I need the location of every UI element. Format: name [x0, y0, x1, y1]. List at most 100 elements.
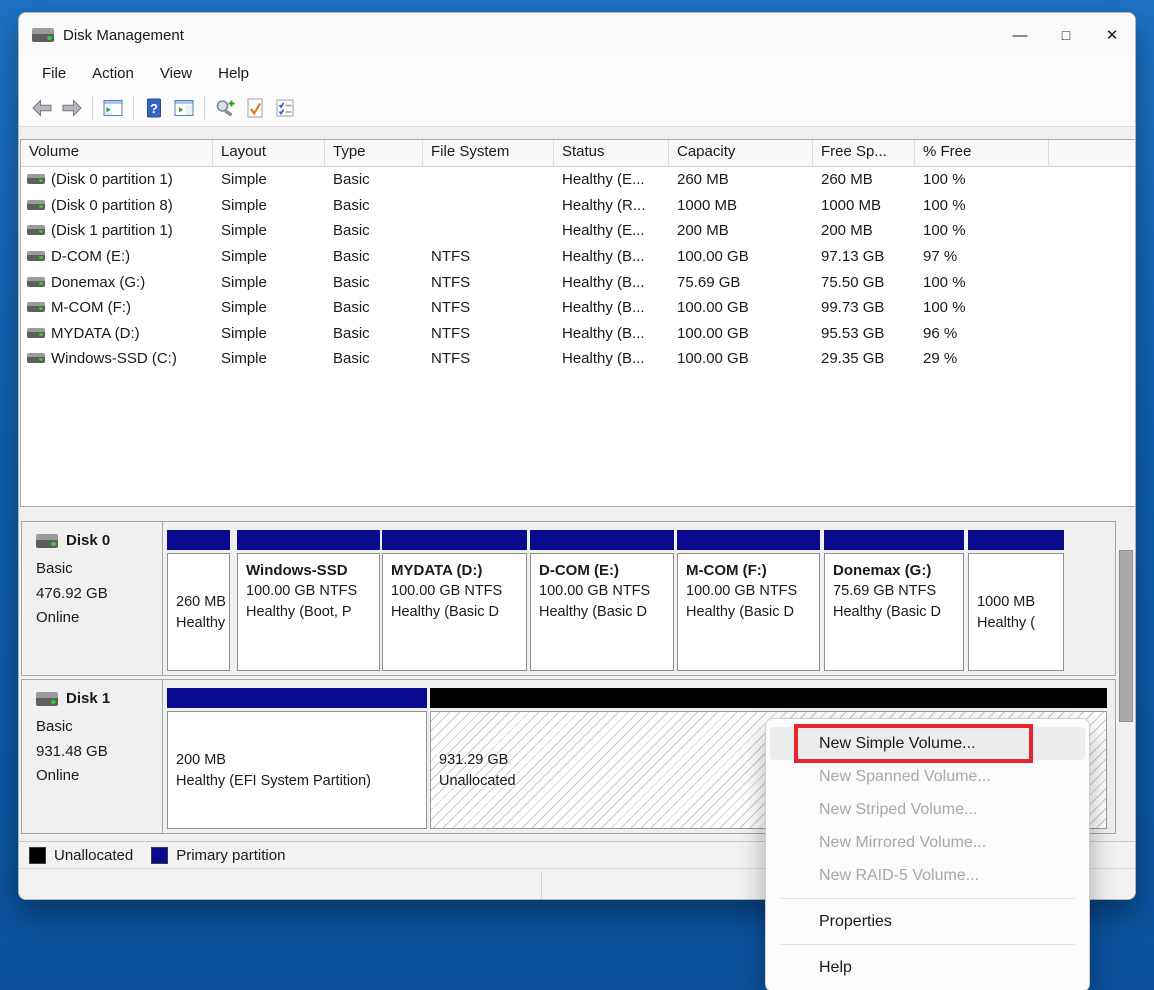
partition-color-strip — [167, 688, 427, 708]
console-tree-icon[interactable] — [98, 94, 128, 122]
help-icon[interactable]: ? — [139, 94, 169, 122]
disk-management-icon — [32, 28, 54, 42]
document-check-icon[interactable] — [240, 94, 270, 122]
partition-color-strip — [237, 530, 380, 550]
column-header-file-system[interactable]: File System — [423, 140, 554, 166]
disk-name: Disk 0 — [66, 532, 110, 549]
legend-label-unallocated: Unallocated — [54, 847, 133, 864]
partition-block[interactable]: 1000 MB Healthy ( — [968, 530, 1064, 671]
disk0-label-panel[interactable]: Disk 0 Basic 476.92 GB Online — [22, 522, 163, 675]
volume-name: D-COM (E:) — [51, 248, 130, 265]
disk-icon — [36, 692, 58, 706]
table-row[interactable]: (Disk 0 partition 8) Simple Basic Health… — [21, 193, 1135, 219]
partition-color-strip — [968, 530, 1064, 550]
menu-view[interactable]: View — [147, 61, 205, 86]
legend-label-primary: Primary partition — [176, 847, 285, 864]
menu-item-new-striped-volume[interactable]: New Striped Volume... — [770, 793, 1085, 826]
magnifier-plus-icon[interactable] — [210, 94, 240, 122]
vertical-scrollbar[interactable] — [1119, 531, 1133, 831]
volume-name: Windows-SSD (C:) — [51, 350, 177, 367]
column-header-layout[interactable]: Layout — [213, 140, 325, 166]
column-header-pct-free[interactable]: % Free — [915, 140, 1049, 166]
status-bar-divider — [541, 871, 542, 899]
minimize-button[interactable]: — — [997, 13, 1043, 57]
partition-block-efi[interactable]: 200 MB Healthy (EFI System Partition) — [167, 688, 427, 829]
volume-table: Volume Layout Type File System Status Ca… — [20, 139, 1136, 507]
close-button[interactable]: ✕ — [1089, 13, 1135, 57]
volume-table-header: Volume Layout Type File System Status Ca… — [21, 140, 1135, 167]
volume-name: MYDATA (D:) — [51, 325, 140, 342]
menu-item-properties[interactable]: Properties — [770, 905, 1085, 938]
toolbar-separator — [133, 96, 134, 120]
volume-icon — [27, 302, 45, 313]
checklist-icon[interactable] — [270, 94, 300, 122]
volume-icon — [27, 353, 45, 364]
toolbar-separator — [204, 96, 205, 120]
back-icon[interactable] — [27, 94, 57, 122]
partition-block[interactable]: 260 MB Healthy ( — [167, 530, 230, 671]
menu-help[interactable]: Help — [205, 61, 262, 86]
primary-partition-swatch — [151, 847, 168, 864]
column-header-capacity[interactable]: Capacity — [669, 140, 813, 166]
volume-icon — [27, 251, 45, 262]
unallocated-color-strip — [430, 688, 1107, 708]
table-row[interactable]: (Disk 1 partition 1) Simple Basic Health… — [21, 218, 1135, 244]
column-header-status[interactable]: Status — [554, 140, 669, 166]
menu-item-help[interactable]: Help — [770, 951, 1085, 984]
disk0-row: Disk 0 Basic 476.92 GB Online 260 MB Hea… — [21, 521, 1116, 676]
menu-bar: File Action View Help — [19, 57, 1135, 90]
unallocated-swatch — [29, 847, 46, 864]
volume-icon — [27, 174, 45, 185]
volume-icon — [27, 200, 45, 211]
partition-block[interactable]: MYDATA (D:) 100.00 GB NTFS Healthy (Basi… — [382, 530, 527, 671]
forward-icon[interactable] — [57, 94, 87, 122]
action-pane-icon[interactable] — [169, 94, 199, 122]
column-header-filler — [1049, 140, 1135, 166]
menu-action[interactable]: Action — [79, 61, 147, 86]
menu-separator — [780, 898, 1075, 899]
partition-color-strip — [382, 530, 527, 550]
partition-block[interactable]: D-COM (E:) 100.00 GB NTFS Healthy (Basic… — [530, 530, 674, 671]
disk-type: Basic — [36, 715, 162, 740]
menu-item-new-raid5-volume[interactable]: New RAID-5 Volume... — [770, 859, 1085, 892]
disk-icon — [36, 534, 58, 548]
volume-name: (Disk 1 partition 1) — [51, 222, 173, 239]
column-header-free-space[interactable]: Free Sp... — [813, 140, 915, 166]
toolbar-separator — [92, 96, 93, 120]
partition-color-strip — [824, 530, 964, 550]
disk-name: Disk 1 — [66, 690, 110, 707]
table-row[interactable]: (Disk 0 partition 1) Simple Basic Health… — [21, 167, 1135, 193]
table-row[interactable]: MYDATA (D:) Simple Basic NTFS Healthy (B… — [21, 321, 1135, 347]
volume-icon — [27, 225, 45, 236]
volume-name: Donemax (G:) — [51, 274, 145, 291]
titlebar: Disk Management — □ ✕ — [19, 13, 1135, 57]
partition-block[interactable]: Donemax (G:) 75.69 GB NTFS Healthy (Basi… — [824, 530, 964, 671]
desktop: { "window": { "title": "Disk Management"… — [0, 0, 1154, 990]
volume-name: (Disk 0 partition 1) — [51, 171, 173, 188]
table-row[interactable]: Windows-SSD (C:) Simple Basic NTFS Healt… — [21, 346, 1135, 372]
disk-status: Online — [36, 606, 162, 631]
maximize-button[interactable]: □ — [1043, 13, 1089, 57]
column-header-volume[interactable]: Volume — [21, 140, 213, 166]
disk-status: Online — [36, 764, 162, 789]
menu-item-new-spanned-volume[interactable]: New Spanned Volume... — [770, 760, 1085, 793]
annotation-red-box — [794, 724, 1033, 763]
partition-color-strip — [677, 530, 820, 550]
disk1-label-panel[interactable]: Disk 1 Basic 931.48 GB Online — [22, 680, 163, 833]
disk-size: 476.92 GB — [36, 582, 162, 607]
menu-item-new-mirrored-volume[interactable]: New Mirrored Volume... — [770, 826, 1085, 859]
svg-text:?: ? — [150, 101, 158, 116]
column-header-type[interactable]: Type — [325, 140, 423, 166]
partition-color-strip — [167, 530, 230, 550]
menu-file[interactable]: File — [29, 61, 79, 86]
disk-type: Basic — [36, 557, 162, 582]
volume-name: M-COM (F:) — [51, 299, 131, 316]
volume-name: (Disk 0 partition 8) — [51, 197, 173, 214]
partition-block[interactable]: Windows-SSD 100.00 GB NTFS Healthy (Boot… — [237, 530, 380, 671]
table-row[interactable]: D-COM (E:) Simple Basic NTFS Healthy (B.… — [21, 244, 1135, 270]
partition-color-strip — [530, 530, 674, 550]
scrollbar-thumb[interactable] — [1119, 550, 1133, 722]
table-row[interactable]: Donemax (G:) Simple Basic NTFS Healthy (… — [21, 269, 1135, 295]
partition-block[interactable]: M-COM (F:) 100.00 GB NTFS Healthy (Basic… — [677, 530, 820, 671]
table-row[interactable]: M-COM (F:) Simple Basic NTFS Healthy (B.… — [21, 295, 1135, 321]
